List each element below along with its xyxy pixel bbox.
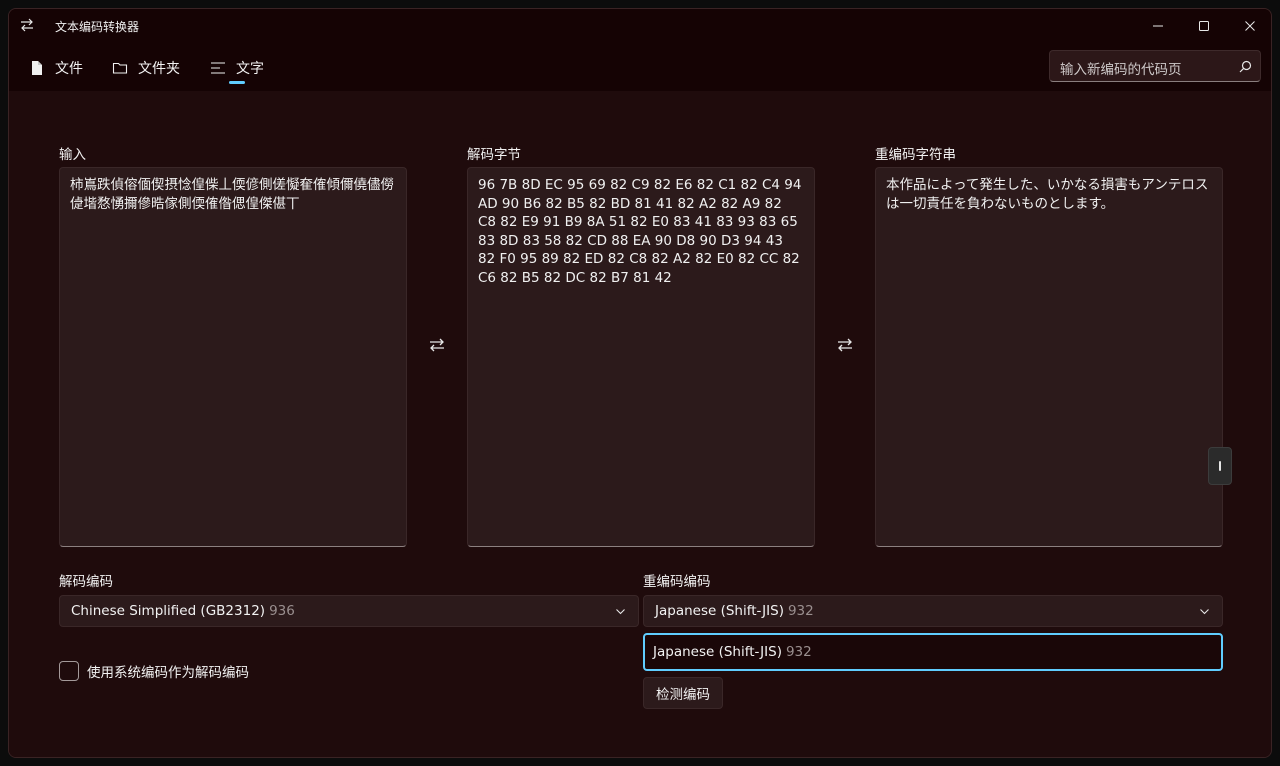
title-bar: 文本编码转换器 bbox=[9, 9, 1271, 43]
scrollbar-thumb[interactable] bbox=[1208, 447, 1232, 485]
nav-folder[interactable]: 文件夹 bbox=[112, 55, 180, 81]
chevron-down-icon bbox=[1200, 609, 1209, 615]
nav-file-label: 文件 bbox=[55, 61, 83, 77]
decode-encoding-code: 936 bbox=[269, 603, 295, 619]
input-textbox[interactable]: 柿嶌跌偵傛偭偰摂惗偟偨丄偄偐側傞懝奞傕傾儞僥儘僗偼堦愗愑擟傪晧傢側偄傕偺偲偟傑偡… bbox=[59, 167, 407, 547]
decode-encoding-select[interactable]: Chinese Simplified (GB2312) 936 bbox=[59, 595, 639, 627]
decode-encoding-name: Chinese Simplified (GB2312) bbox=[71, 603, 266, 619]
nav-file[interactable]: 文件 bbox=[29, 55, 83, 81]
nav-text-label: 文字 bbox=[236, 61, 264, 77]
window-title: 文本编码转换器 bbox=[55, 20, 140, 34]
reencode-label: 重编码编码 bbox=[643, 574, 711, 590]
reencode-encoding-select[interactable]: Japanese (Shift-JIS) 932 bbox=[643, 595, 1223, 627]
nav-bar: 文件 文件夹 文字 输入新编码的代码页 bbox=[9, 43, 1271, 91]
detect-encoding-button[interactable]: 检测编码 bbox=[643, 677, 723, 709]
reencode-encoding-name: Japanese (Shift-JIS) bbox=[655, 603, 784, 619]
reencode-input-code: 932 bbox=[785, 644, 812, 660]
reencode-input-name: Japanese (Shift-JIS) bbox=[653, 644, 782, 660]
reencode-encoding-code: 932 bbox=[787, 603, 814, 619]
app-window: 文本编码转换器 文件 文件夹 文字 输入新编码的代码页 输入 解码字节 重编码字… bbox=[8, 8, 1272, 758]
search-input[interactable]: 输入新编码的代码页 bbox=[1060, 58, 1182, 78]
file-icon bbox=[32, 61, 42, 75]
chevron-down-icon bbox=[616, 609, 625, 615]
maximize-button[interactable] bbox=[1181, 9, 1227, 43]
main-content: 输入 解码字节 重编码字符串 柿嶌跌偵傛偭偰摂惗偟偨丄偄偐側傞懝奞傕傾儞僥儘僗偼… bbox=[9, 91, 1271, 757]
search-box[interactable]: 输入新编码的代码页 bbox=[1049, 50, 1261, 82]
bytes-textbox[interactable]: 96 7B 8D EC 95 69 82 C9 82 E6 82 C1 82 C… bbox=[467, 167, 815, 547]
close-button[interactable] bbox=[1227, 9, 1271, 43]
nav-selection-indicator bbox=[229, 81, 245, 84]
system-encoding-checkbox-label[interactable]: 使用系统编码作为解码编码 bbox=[87, 661, 249, 681]
output-textbox[interactable]: 本作品によって発生した、いかなる損害もアンテロスは一切責任を負わないものとします… bbox=[875, 167, 1223, 547]
minimize-button[interactable] bbox=[1135, 9, 1181, 43]
maximize-icon bbox=[1199, 21, 1209, 31]
swap-arrows-icon bbox=[21, 18, 33, 32]
search-icon[interactable] bbox=[1239, 60, 1252, 73]
swap-icon[interactable] bbox=[835, 335, 855, 355]
nav-folder-label: 文件夹 bbox=[138, 61, 180, 77]
reencode-encoding-input[interactable]: Japanese (Shift-JIS) 932 bbox=[643, 633, 1223, 671]
output-label: 重编码字符串 bbox=[875, 147, 956, 163]
close-icon bbox=[1245, 21, 1255, 31]
system-encoding-checkbox[interactable] bbox=[59, 661, 79, 681]
minimize-icon bbox=[1153, 25, 1163, 27]
input-label: 输入 bbox=[59, 147, 86, 163]
bytes-label: 解码字节 bbox=[467, 147, 521, 163]
swap-icon[interactable] bbox=[427, 335, 447, 355]
folder-icon bbox=[112, 62, 128, 74]
nav-text[interactable]: 文字 bbox=[210, 55, 264, 81]
decode-label: 解码编码 bbox=[59, 574, 113, 590]
text-lines-icon bbox=[211, 62, 225, 74]
